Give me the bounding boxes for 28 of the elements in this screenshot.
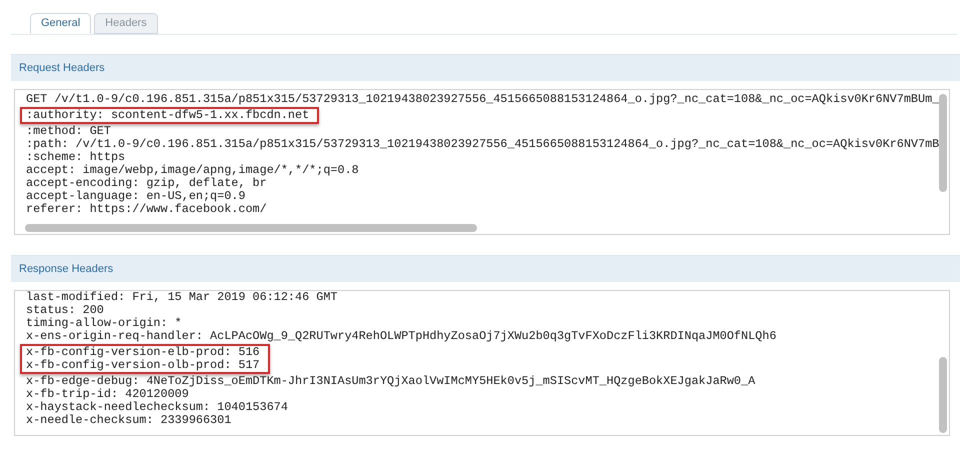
header-line: x-ens-origin-req-handler: AcLPAcOWg_9_Q2RUTwry4RehOLWPTpHdhyZosaOj7jXWu2b0q3gTvFXoDczFli3KRDINqaJM0OfNLQh6 bbox=[26, 330, 776, 343]
tab[interactable]: Headers bbox=[94, 13, 158, 34]
header-line: x-fb-trip-id: 420120009 bbox=[26, 388, 189, 401]
section-header: Response Headers bbox=[11, 255, 960, 282]
header-line: last-modified: Fri, 15 Mar 2019 06:12:46 GMT bbox=[26, 291, 338, 304]
header-line: x-haystack-needlechecksum: 1040153674 bbox=[26, 401, 288, 414]
header-line: x-fb-config-version-olb-prod: 517 bbox=[26, 359, 260, 372]
vertical-scrollbar[interactable] bbox=[939, 357, 947, 433]
header-line: :method: GET bbox=[26, 125, 111, 138]
header-line: x-fb-config-version-elb-prod: 516 bbox=[26, 346, 260, 359]
header-line: status: 200 bbox=[26, 304, 104, 317]
header-line: accept: image/webp,image/apng,image/*,*/*;q=0.8 bbox=[26, 164, 359, 177]
header-line: accept-encoding: gzip, deflate, br bbox=[26, 177, 267, 190]
header-line: x-fb-edge-debug: 4NeToZjDiss_oEmDTKm-JhrI3NIAsUm3rYQjXaolVwIMcMY5HEk0v5j_mSIScvMT_HQzgeBokXEJgakJaRw0_A bbox=[26, 375, 756, 388]
header-line: referer: https://www.facebook.com/ bbox=[26, 203, 267, 216]
header-line: accept-language: en-US,en;q=0.9 bbox=[26, 190, 246, 203]
header-line: GET /v/t1.0-9/c0.196.851.315a/p851x315/53729313_10219438023927556_4515665088153124864_o.jpg?_nc_cat=108&_nc_oc=AQkisv0Kr6NV7mBUm_ bbox=[26, 93, 940, 106]
header-line: :path: /v/t1.0-9/c0.196.851.315a/p851x315/53729313_10219438023927556_4515665088153124864_o.jpg?_nc_cat=108&_nc_oc=AQkisv0Kr6NV7mB bbox=[26, 138, 940, 151]
header-line: timing-allow-origin: * bbox=[26, 317, 182, 330]
header-line: :authority: scontent-dfw5-1.xx.fbcdn.net bbox=[26, 109, 310, 122]
tab[interactable]: General bbox=[30, 13, 92, 34]
headers-text-area[interactable] bbox=[14, 290, 950, 436]
headers-text-area[interactable] bbox=[14, 89, 950, 235]
section-header: Request Headers bbox=[11, 54, 960, 81]
horizontal-scrollbar[interactable] bbox=[25, 224, 477, 232]
header-line: x-needle-checksum: 2339966301 bbox=[26, 414, 232, 427]
header-line: :scheme: https bbox=[26, 151, 126, 164]
vertical-scrollbar[interactable] bbox=[939, 94, 947, 192]
